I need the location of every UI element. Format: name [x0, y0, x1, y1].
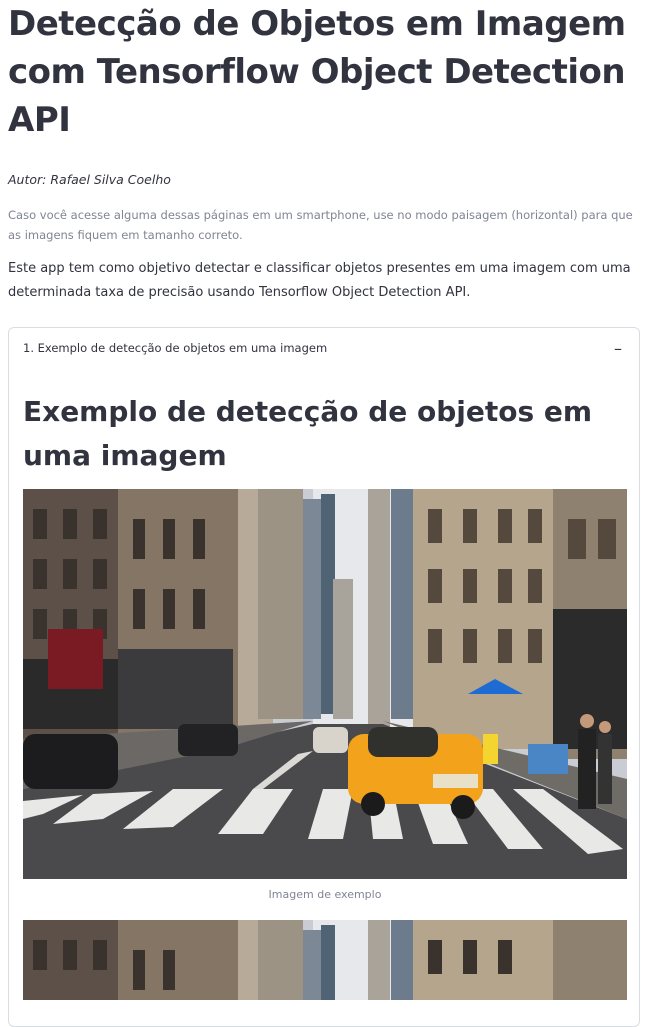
page-title: Detecção de Objetos em Imagem com Tensor…: [8, 4, 626, 140]
expander-label: 1. Exemplo de detecção de objetos em uma…: [23, 341, 328, 355]
expander-body: Exemplo de detecção de objetos em uma im…: [9, 390, 639, 478]
example-image: [23, 489, 627, 879]
example-image-detected: [23, 920, 627, 1000]
street-photo-detected: [23, 920, 627, 1000]
section-heading: Exemplo de detecção de objetos em uma im…: [23, 395, 593, 472]
image-caption: Imagem de exemplo: [268, 888, 382, 901]
street-photo: [23, 489, 627, 879]
example-expander: 1. Exemplo de detecção de objetos em uma…: [8, 327, 640, 1027]
expander-header[interactable]: 1. Exemplo de detecção de objetos em uma…: [9, 328, 639, 368]
app-description: Este app tem como objetivo detectar e cl…: [8, 261, 631, 300]
main-content: Detecção de Objetos em Imagem com Tensor…: [8, 0, 642, 1027]
smartphone-note: Caso você acesse alguma dessas páginas e…: [8, 208, 633, 242]
minus-icon[interactable]: –: [611, 339, 625, 358]
author-line: Autor: Rafael Silva Coelho: [8, 172, 171, 187]
